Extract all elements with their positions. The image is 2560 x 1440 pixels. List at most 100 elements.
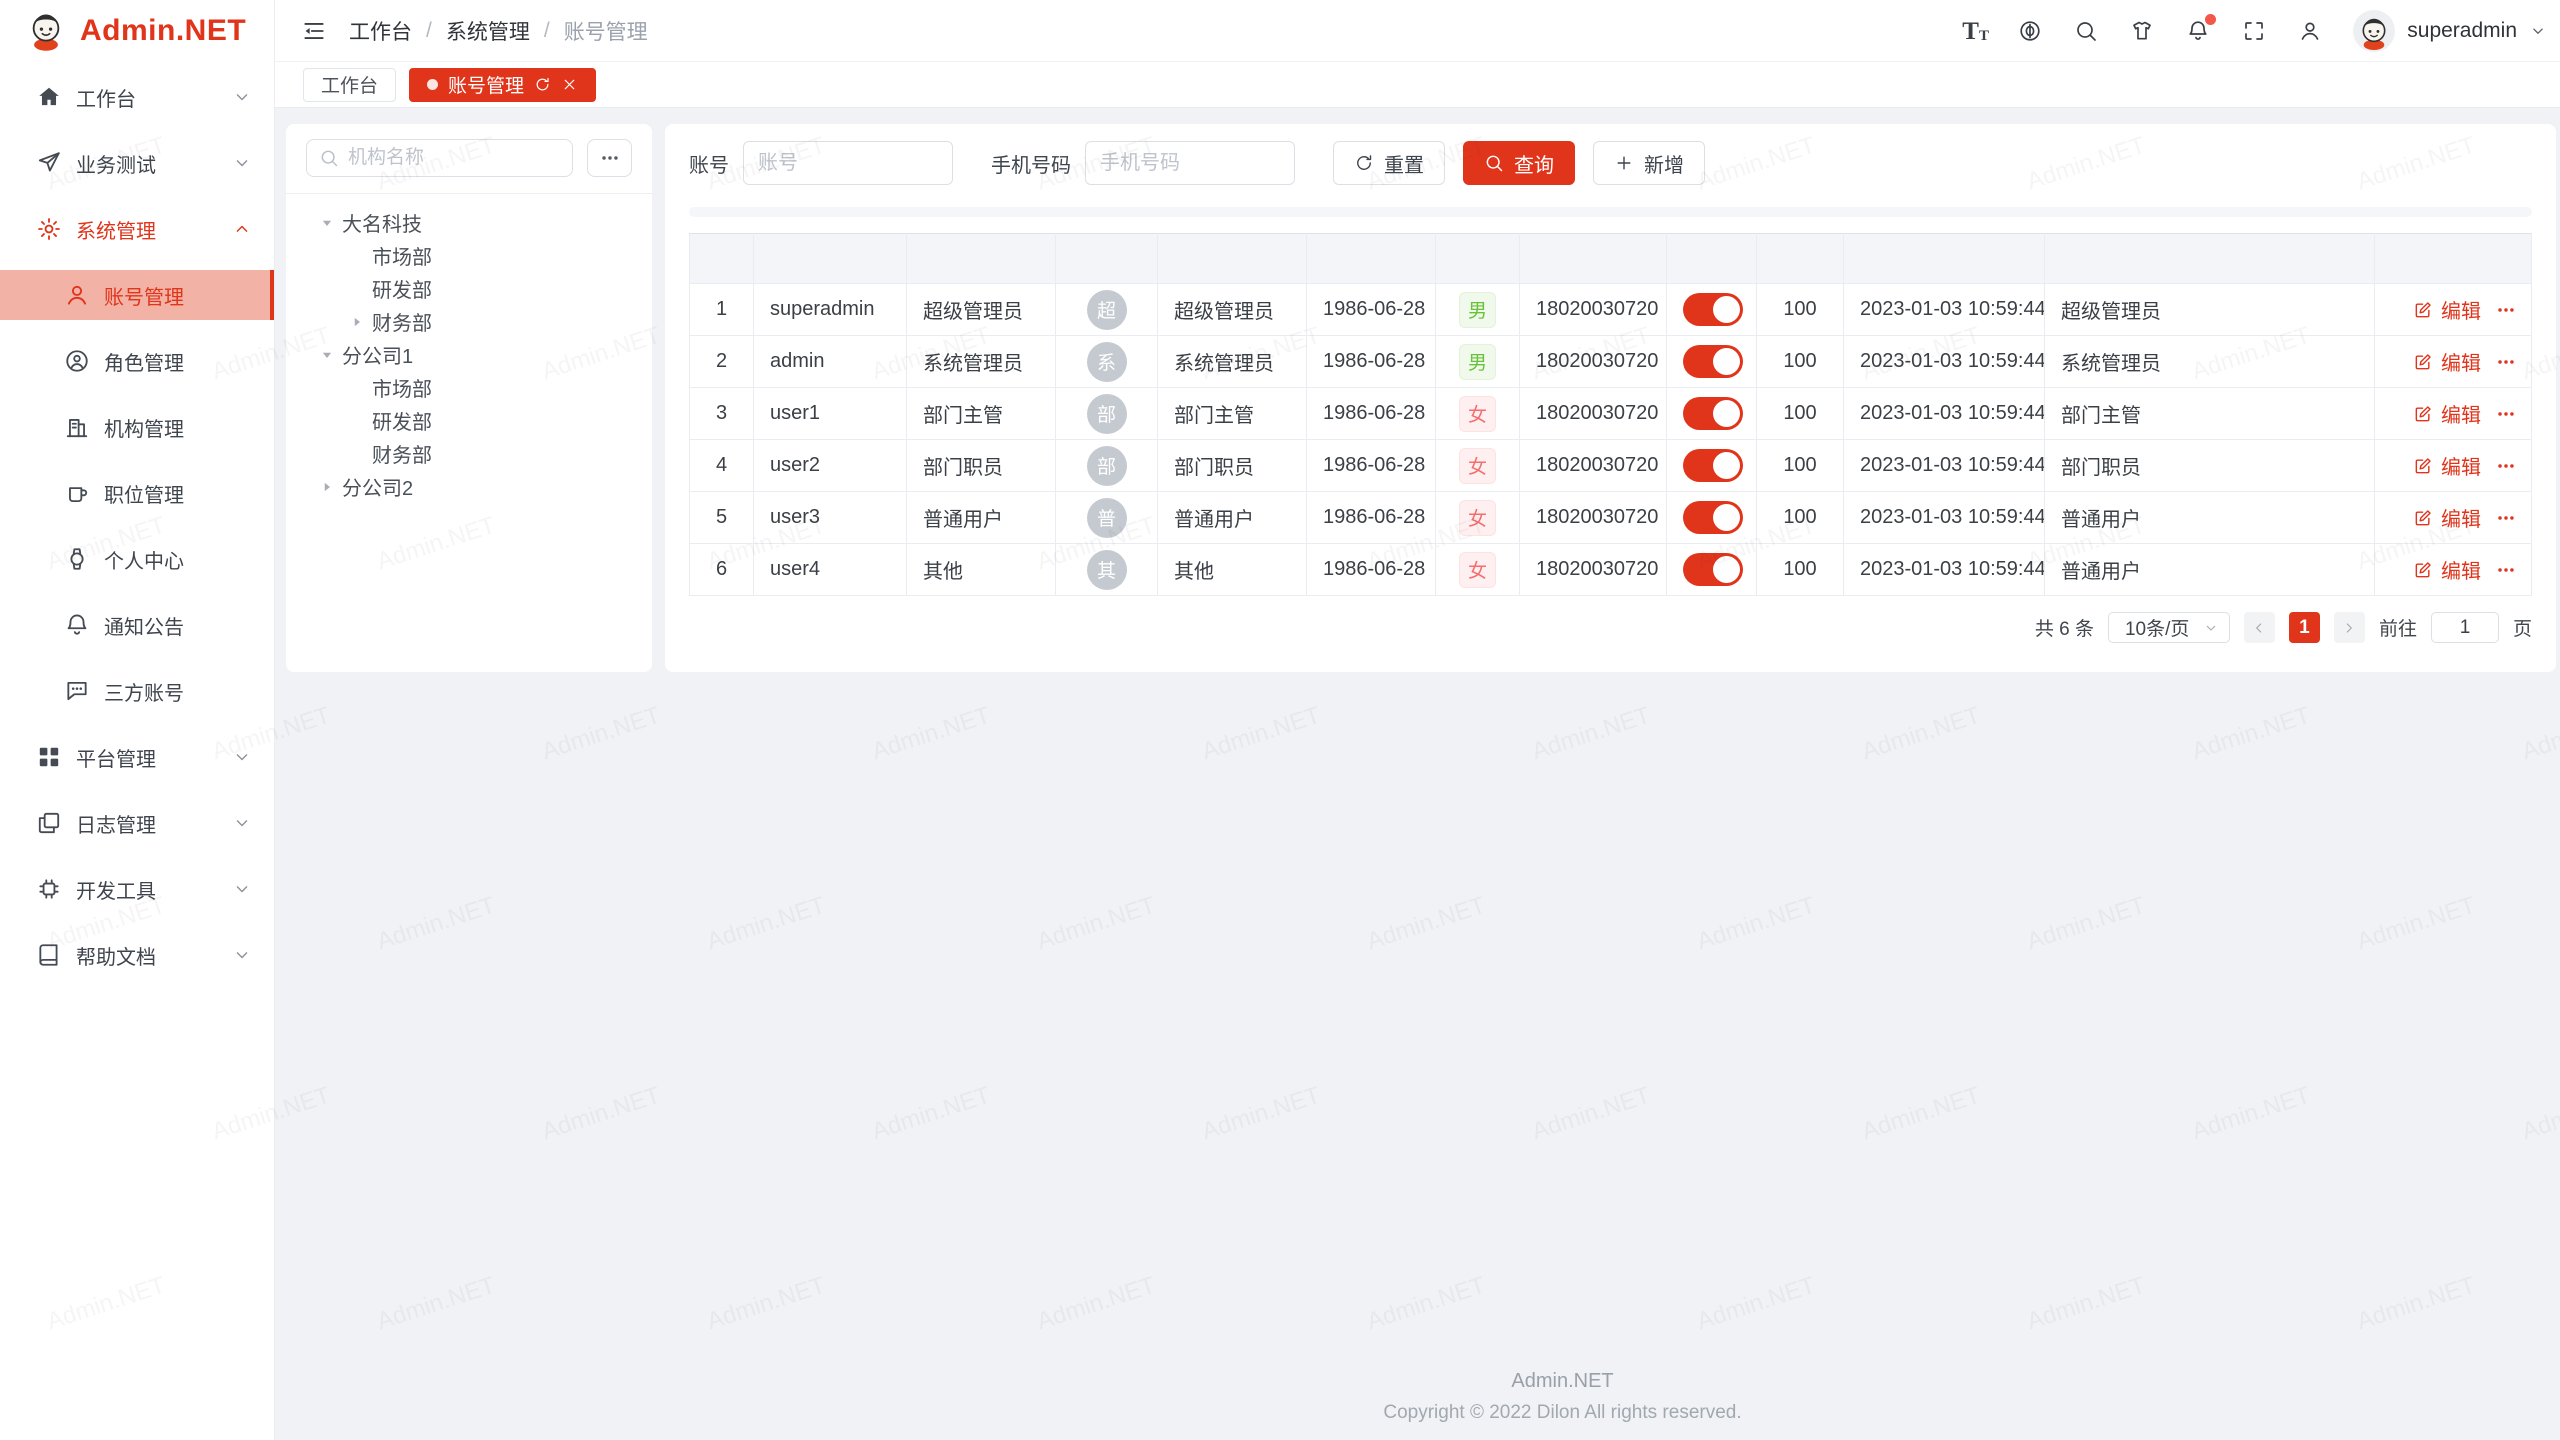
page-size-select[interactable]: 10条/页 [2108,612,2230,643]
edit-button[interactable]: 编辑 [2413,503,2481,532]
sidebar-item-workbench[interactable]: 工作台 [0,72,274,122]
edit-button[interactable]: 编辑 [2413,555,2481,584]
sidebar-item-role-management[interactable]: 角色管理 [0,336,274,386]
tree-node[interactable]: 分公司1 [306,338,632,371]
tree-node[interactable]: 市场部 [306,239,632,272]
language-icon[interactable] [2017,18,2043,44]
row-more-button[interactable] [2495,351,2517,373]
tree-node[interactable]: 大名科技 [306,206,632,239]
sidebar-item-org-management[interactable]: 机构管理 [0,402,274,452]
status-toggle[interactable] [1683,553,1743,586]
refresh-icon[interactable] [534,76,551,93]
cell-avatar: 普 [1056,492,1158,544]
tree-node[interactable]: 财务部 [306,305,632,338]
caret-icon[interactable] [318,214,336,232]
column-header [690,234,754,284]
row-more-button[interactable] [2495,559,2517,581]
theme-icon[interactable] [2129,18,2155,44]
tab-workbench[interactable]: 工作台 [303,68,396,102]
cell-gender: 女 [1436,388,1520,440]
page-1-button[interactable]: 1 [2289,612,2320,643]
sidebar-item-platform-management[interactable]: 平台管理 [0,732,274,782]
sidebar-item-account-management[interactable]: 账号管理 [0,270,274,320]
edit-button[interactable]: 编辑 [2413,347,2481,376]
row-more-button[interactable] [2495,299,2517,321]
row-more-button[interactable] [2495,403,2517,425]
sidebar-item-position-management[interactable]: 职位管理 [0,468,274,518]
sidebar-item-help-docs[interactable]: 帮助文档 [0,930,274,980]
account-filter-input[interactable] [743,141,953,185]
avatar: 其 [1087,550,1127,590]
status-toggle[interactable] [1683,501,1743,534]
edit-button[interactable]: 编辑 [2413,451,2481,480]
next-page-button[interactable] [2334,612,2365,643]
tree-more-button[interactable] [587,139,632,177]
search-icon[interactable] [2073,18,2099,44]
caret-icon[interactable] [318,346,336,364]
breadcrumb-item-system-management[interactable]: 系统管理 / [446,16,564,46]
menu-collapse-icon[interactable] [301,18,327,44]
edit-icon [2413,456,2433,476]
edit-button[interactable]: 编辑 [2413,399,2481,428]
caret-icon[interactable] [348,313,366,331]
cell-account: admin [754,336,907,388]
cell-account: user2 [754,440,907,492]
tree-node[interactable]: 分公司2 [306,470,632,503]
column-header [1436,234,1520,284]
tree-node[interactable]: 研发部 [306,272,632,305]
tree-node[interactable]: 财务部 [306,437,632,470]
cell-name: 系统管理员 [1158,336,1307,388]
row-more-button[interactable] [2495,507,2517,529]
edit-button[interactable]: 编辑 [2413,295,2481,324]
status-toggle[interactable] [1683,293,1743,326]
menu-item-label: 业务测试 [76,149,156,178]
fullscreen-icon[interactable] [2241,18,2267,44]
user-menu[interactable]: superadmin [2353,10,2547,52]
reset-button[interactable]: 重置 [1333,141,1445,185]
prev-page-button[interactable] [2244,612,2275,643]
tree-node[interactable]: 研发部 [306,404,632,437]
sidebar-item-personal-center[interactable]: 个人中心 [0,534,274,584]
menu-item-icon [36,876,62,902]
profile-icon[interactable] [2297,18,2323,44]
notification-icon[interactable] [2185,18,2211,44]
query-button[interactable]: 查询 [1463,141,1575,185]
org-search-input[interactable] [348,147,560,169]
menu-item-label: 角色管理 [104,347,184,376]
status-toggle[interactable] [1683,397,1743,430]
column-header [907,234,1056,284]
goto-page-input[interactable] [2431,612,2499,643]
menu-item-label: 账号管理 [104,281,184,310]
content-area: 大名科技 市场部 研发部 财务部 分公司1 [275,108,2560,672]
font-size-icon[interactable]: TT [1961,18,1987,44]
caret-icon[interactable] [318,478,336,496]
add-button[interactable]: 新增 [1593,141,1705,185]
page-footer: Admin.NET Copyright © 2022 Dilon All rig… [550,1370,2560,1424]
sidebar-item-notice[interactable]: 通知公告 [0,600,274,650]
sidebar-item-system-management[interactable]: 系统管理 [0,204,274,254]
edit-icon [2413,300,2433,320]
chevron-icon [232,219,252,239]
column-header [1158,234,1307,284]
cell-phone: 18020030720 [1520,336,1667,388]
sidebar-item-business-test[interactable]: 业务测试 [0,138,274,188]
menu-item-label: 通知公告 [104,611,184,640]
status-toggle[interactable] [1683,449,1743,482]
cell-name: 部门职员 [1158,440,1307,492]
sidebar-item-log-management[interactable]: 日志管理 [0,798,274,848]
cell-birth: 1986-06-28 [1307,440,1436,492]
close-icon[interactable] [561,76,578,93]
row-more-button[interactable] [2495,455,2517,477]
chevron-icon [232,747,252,767]
column-header [1520,234,1667,284]
tab-account-management[interactable]: 账号管理 [409,68,596,102]
tree-node[interactable]: 市场部 [306,371,632,404]
phone-filter-input[interactable] [1085,141,1295,185]
cell-order: 100 [1757,336,1844,388]
avatar: 普 [1087,498,1127,538]
status-toggle[interactable] [1683,345,1743,378]
breadcrumb-item-workbench[interactable]: 工作台 / [349,16,446,46]
sidebar-item-dev-tools[interactable]: 开发工具 [0,864,274,914]
breadcrumb-item-account-management[interactable]: 账号管理 / [564,16,648,46]
sidebar-item-third-party-account[interactable]: 三方账号 [0,666,274,716]
